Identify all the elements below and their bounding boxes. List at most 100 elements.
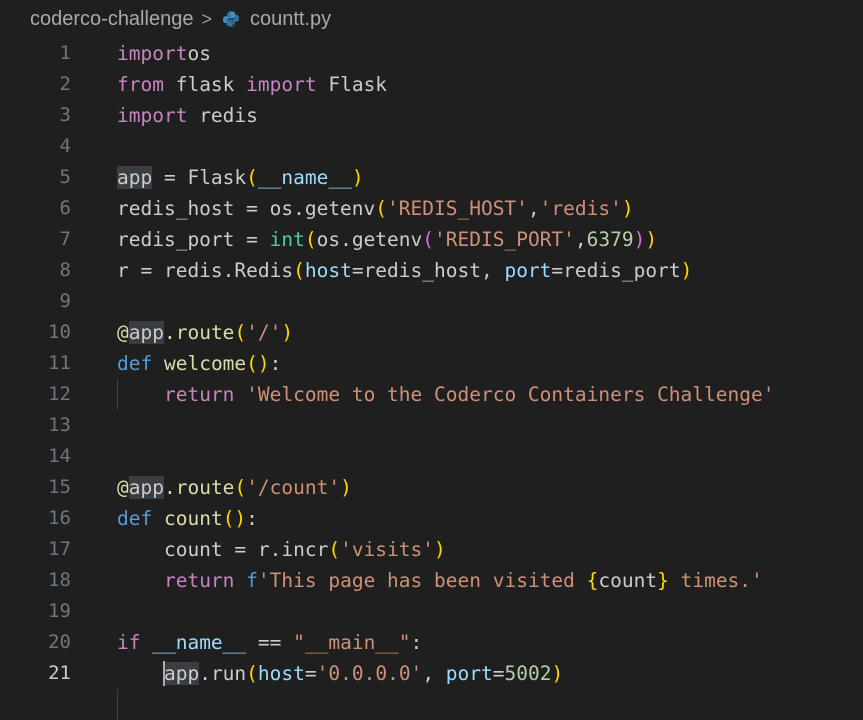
code-token: redis_port =	[117, 228, 270, 251]
code-token: if	[117, 631, 141, 654]
code-token: count	[163, 507, 223, 530]
code-line[interactable]: 3 import redis	[0, 100, 863, 131]
line-number: 13	[48, 414, 71, 436]
line-number: 15	[48, 476, 71, 498]
code-text: @app.route('/')	[117, 317, 293, 348]
code-token: from	[117, 73, 164, 96]
code-text: import redis	[117, 100, 258, 131]
code-token: =redis_host,	[351, 259, 505, 282]
code-text: redis_host = os.getenv('REDIS_HOST','red…	[117, 193, 634, 224]
code-token: .route	[163, 476, 235, 499]
code-token: redis_host = os.getenv	[117, 197, 376, 220]
code-token: (	[293, 259, 305, 282]
code-line[interactable]: 12 return 'Welcome to the Coderco Contai…	[0, 379, 863, 410]
code-token: '0.0.0.0'	[316, 662, 423, 685]
line-number: 17	[48, 538, 71, 560]
code-token: )	[340, 476, 352, 499]
line-number: 12	[48, 383, 71, 405]
line-number: 21	[48, 662, 71, 684]
code-token: }	[657, 569, 669, 592]
code-token: welcome	[163, 352, 247, 375]
code-text: def welcome():	[117, 348, 281, 379]
code-token: __name__	[152, 631, 247, 654]
code-token: 'Welcome to the Coderco Containers Chall…	[246, 383, 775, 406]
code-token: port	[445, 662, 493, 685]
line-number: 2	[59, 73, 71, 95]
code-token: )	[551, 662, 564, 685]
code-line[interactable]: 20 if __name__ == "__main__":	[0, 627, 863, 658]
code-text: return 'Welcome to the Coderco Container…	[117, 379, 775, 410]
code-token: = Flask	[152, 166, 247, 189]
code-line[interactable]: 6 redis_host = os.getenv('REDIS_HOST','re…	[0, 193, 863, 224]
line-number: 14	[48, 445, 71, 467]
code-token: ()	[246, 352, 270, 375]
code-token: app	[117, 166, 153, 189]
code-line[interactable]: 14	[0, 441, 863, 472]
line-number: 8	[59, 259, 71, 281]
code-token: def	[117, 352, 153, 375]
code-token: 5002	[504, 662, 552, 685]
code-line[interactable]: 19	[0, 596, 863, 627]
code-token: app	[163, 662, 200, 685]
breadcrumb-folder[interactable]: coderco-challenge	[30, 8, 193, 31]
code-token: port	[504, 259, 552, 282]
code-token: (	[234, 476, 247, 499]
code-token: def	[117, 507, 153, 530]
code-text: @app.route('/count')	[117, 472, 352, 503]
code-line[interactable]: 18 return f'This page has been visited {…	[0, 565, 863, 596]
line-number: 19	[48, 600, 71, 622]
code-text: app.run(host='0.0.0.0', port=5002)	[117, 658, 563, 689]
code-text: if __name__ == "__main__":	[117, 627, 422, 658]
code-token: flask	[163, 73, 247, 96]
code-token: =	[492, 662, 505, 685]
code-text: def count():	[117, 503, 258, 534]
code-line[interactable]: 11 def welcome():	[0, 348, 863, 379]
code-token: 6379	[586, 228, 634, 251]
code-line[interactable]: 10 @app.route('/')	[0, 317, 863, 348]
code-token: host	[257, 662, 305, 685]
code-token: "__main__"	[293, 631, 411, 654]
breadcrumb-file[interactable]: countt.py	[250, 8, 331, 31]
code-token: {	[586, 569, 599, 592]
code-token: (	[375, 197, 388, 220]
indent-guide	[117, 689, 118, 720]
line-number: 9	[59, 290, 71, 312]
code-line[interactable]: 13	[0, 410, 863, 441]
code-token: import	[117, 42, 188, 65]
code-line[interactable]: 2 from flask import Flask	[0, 69, 863, 100]
code-token: 'visits'	[340, 538, 434, 561]
code-token: int	[269, 228, 305, 251]
code-line[interactable]: 9	[0, 286, 863, 317]
code-token: (	[246, 166, 258, 189]
python-icon	[222, 10, 240, 28]
code-line[interactable]: 7 redis_port = int(os.getenv('REDIS_PORT'…	[0, 224, 863, 255]
code-token: )	[281, 321, 294, 344]
code-line[interactable]: 17 count = r.incr('visits')	[0, 534, 863, 565]
code-text: from flask import Flask	[117, 69, 387, 100]
code-token: count	[598, 569, 658, 592]
code-token: app	[128, 476, 164, 499]
code-token: os.getenv	[316, 228, 423, 251]
code-line[interactable]: 8 r = redis.Redis(host=redis_host, port=r…	[0, 255, 863, 286]
code-token: :	[410, 631, 423, 654]
code-editor[interactable]: 1 importos 2 from flask import Flask 3 import…	[0, 38, 863, 720]
code-line[interactable]: 21 app.run(host='0.0.0.0', port=5002)	[0, 658, 863, 689]
code-token: return	[163, 569, 235, 592]
code-line[interactable]: 15 @app.route('/count')	[0, 472, 863, 503]
line-number: 10	[48, 321, 71, 343]
code-token: '/'	[246, 321, 282, 344]
code-line[interactable]: 1 importos	[0, 38, 863, 69]
code-line[interactable]: 5 app = Flask(__name__)	[0, 162, 863, 193]
code-token: )	[680, 259, 693, 282]
line-number: 18	[48, 569, 71, 591]
code-token: ==	[246, 631, 294, 654]
code-line[interactable]: 16 def count():	[0, 503, 863, 534]
code-token: @	[117, 476, 129, 499]
code-token: :	[246, 507, 258, 530]
code-line[interactable]: 4	[0, 131, 863, 162]
line-number: 7	[59, 228, 71, 250]
code-token: os	[187, 42, 211, 65]
